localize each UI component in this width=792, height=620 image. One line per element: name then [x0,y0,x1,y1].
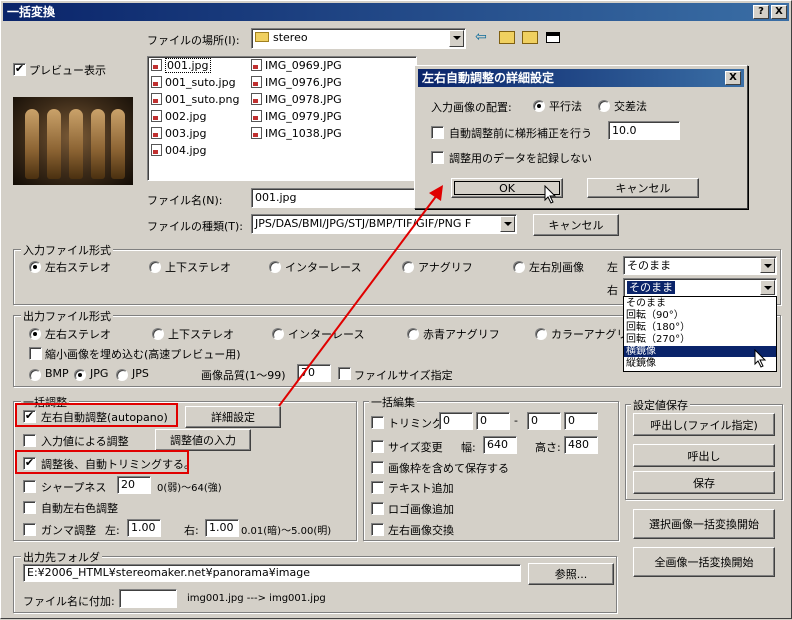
annotation-arrow [278,185,443,407]
cursor-icon [754,349,767,368]
cursor-icon [544,185,557,204]
batch-convert-window: 一括変換 ? X ✔ プレビュー表示 ファイルの場所(I): stereo ⇦ … [0,0,792,619]
